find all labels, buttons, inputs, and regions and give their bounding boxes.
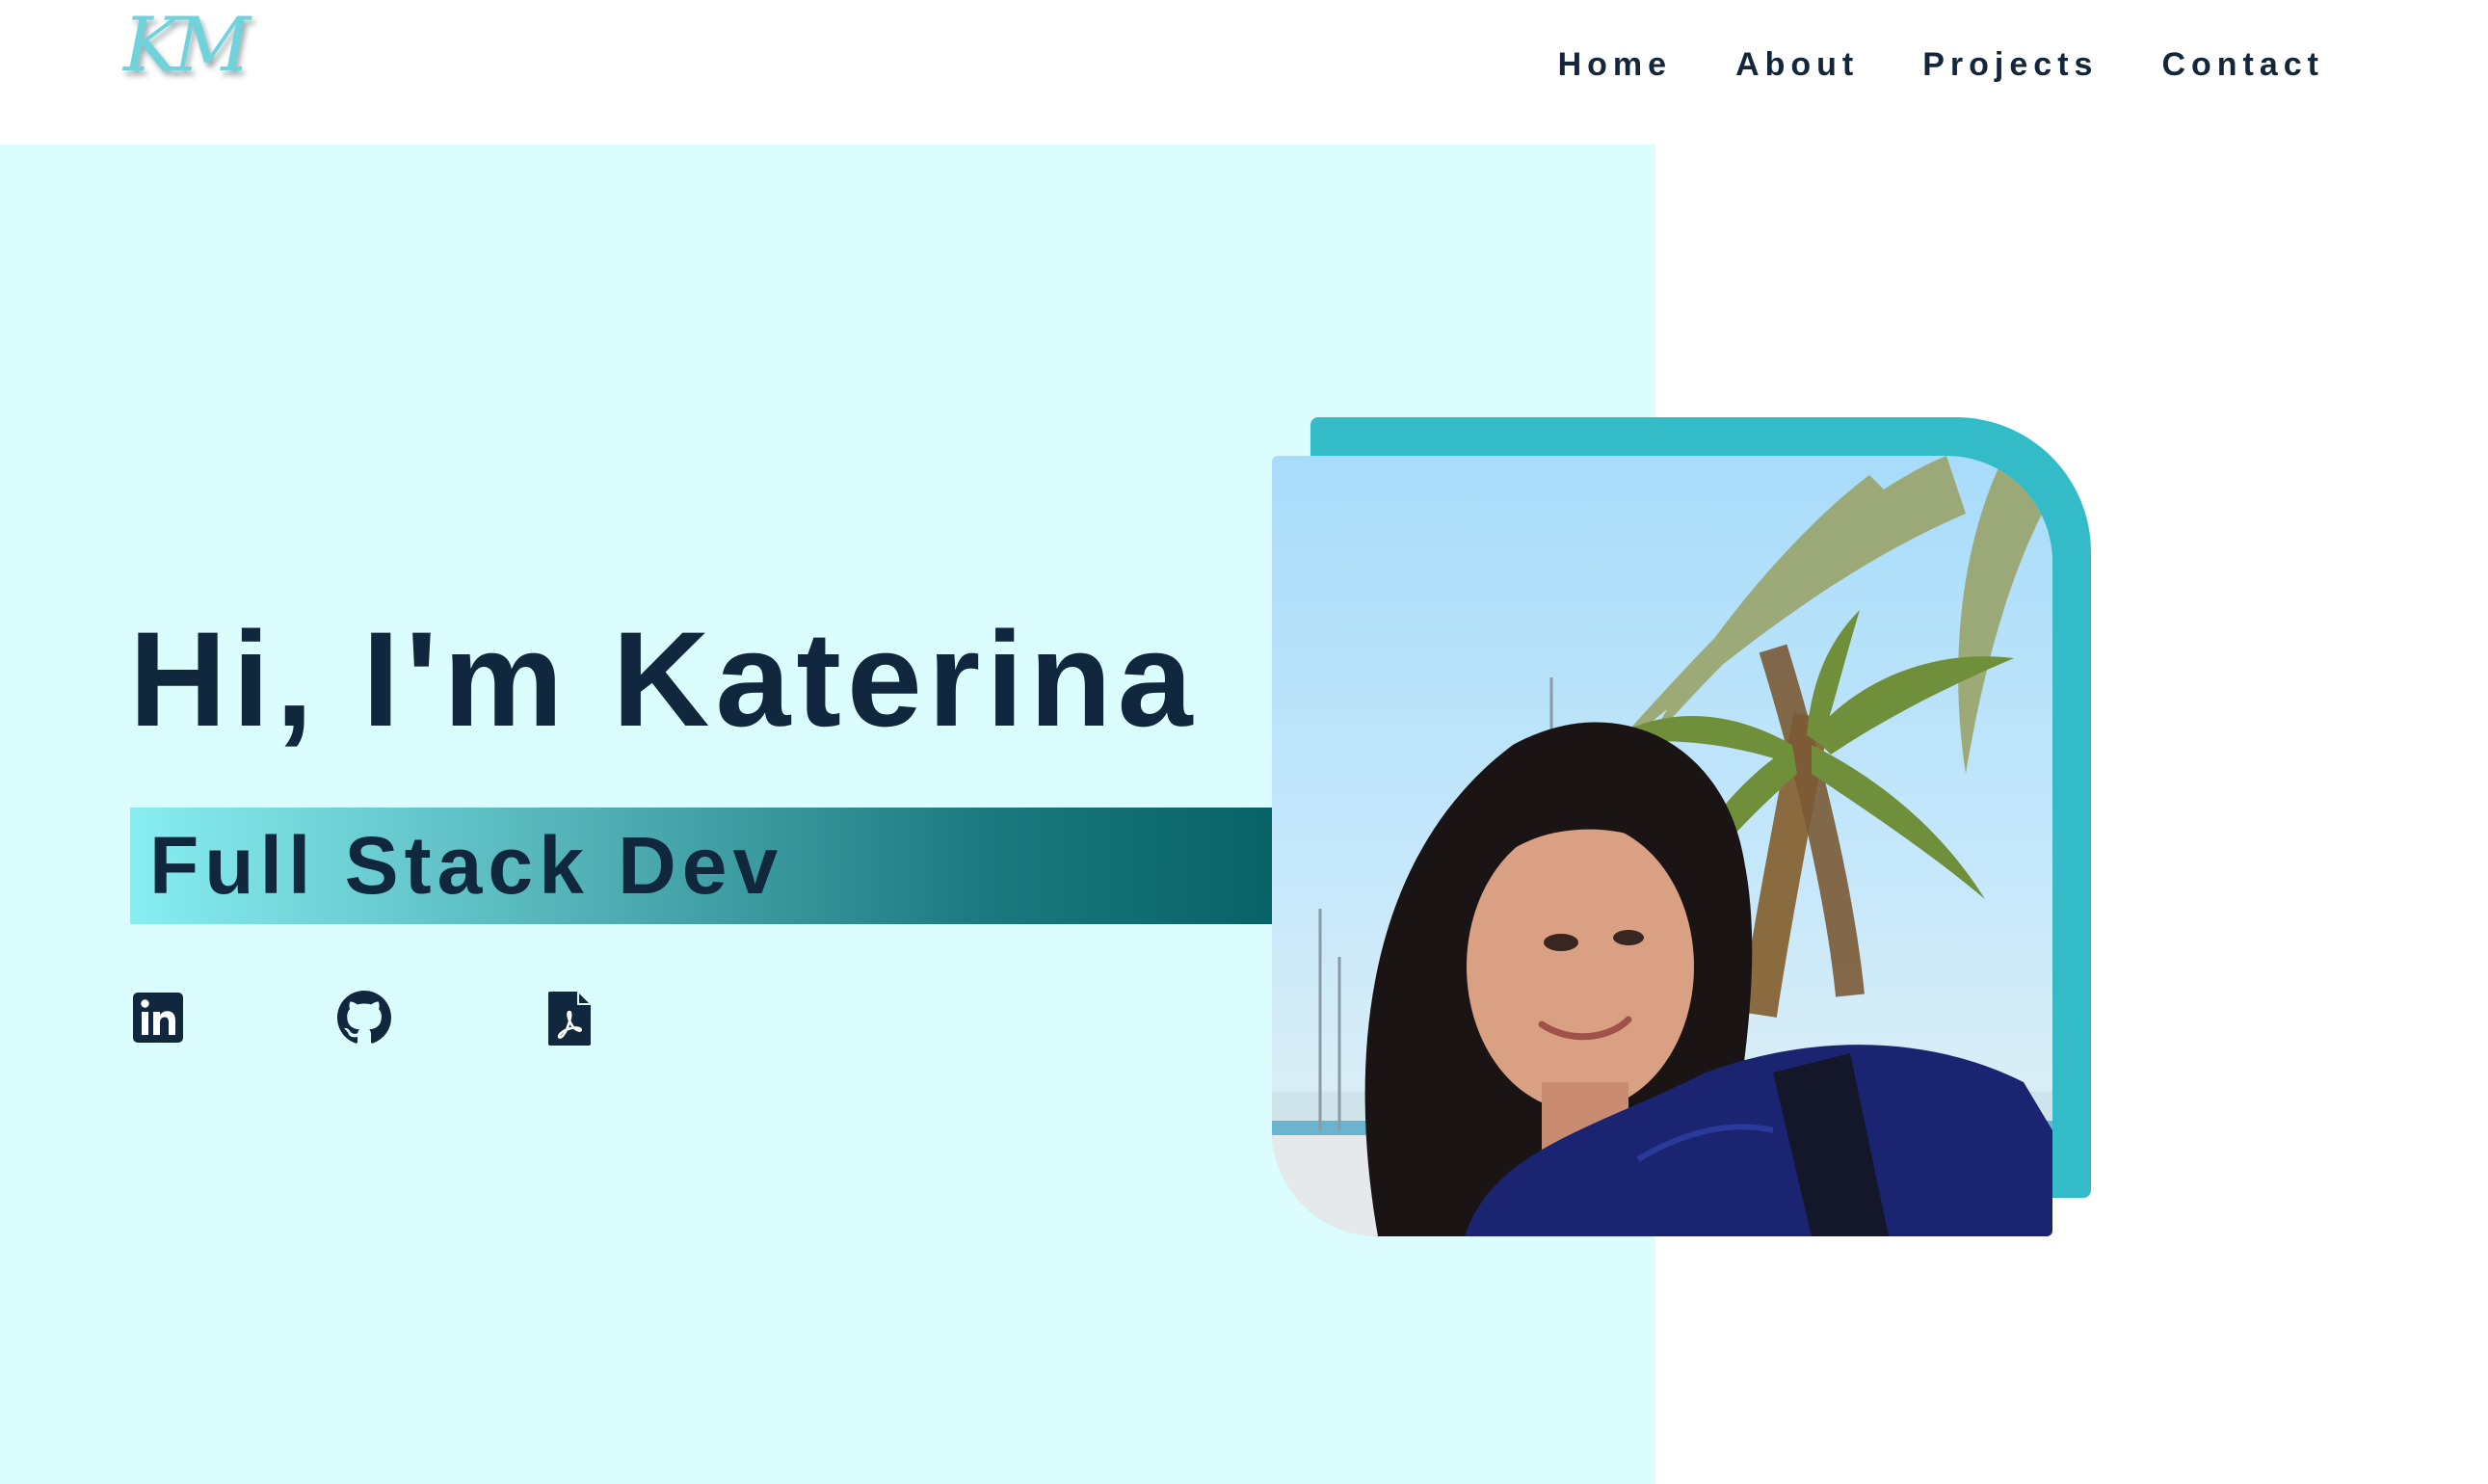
- linkedin-link[interactable]: [133, 991, 187, 1047]
- site-header: KM Home About Projects Contact: [0, 0, 2488, 145]
- nav-link-home[interactable]: Home: [1558, 46, 1672, 84]
- main-nav: Home About Projects Contact: [1558, 46, 2324, 84]
- pdf-resume-icon: [548, 992, 591, 1046]
- resume-pdf-link[interactable]: [547, 991, 601, 1047]
- profile-photo: [1272, 456, 2052, 1236]
- github-icon: [337, 991, 391, 1044]
- role-banner: Full Stack Dev: [130, 808, 1272, 924]
- linkedin-icon: [133, 993, 183, 1043]
- nav-link-contact[interactable]: Contact: [2161, 46, 2324, 84]
- social-links: [133, 991, 615, 1048]
- github-link[interactable]: [337, 991, 391, 1047]
- role-title: Full Stack Dev: [149, 820, 784, 911]
- hero-greeting: Hi, I'm Katerina: [129, 603, 1199, 755]
- nav-link-projects[interactable]: Projects: [1922, 46, 2098, 84]
- nav-link-about[interactable]: About: [1735, 46, 1859, 84]
- site-logo[interactable]: KM: [123, 8, 251, 83]
